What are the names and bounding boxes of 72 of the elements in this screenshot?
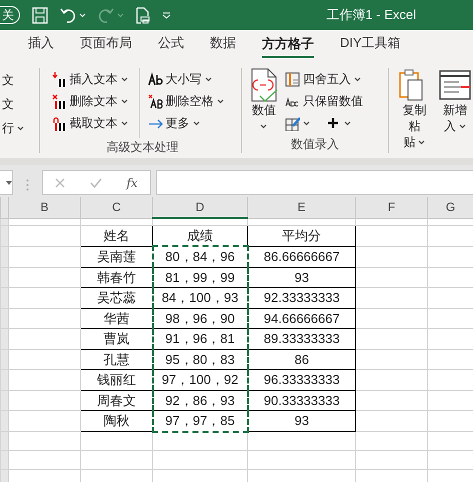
column-header[interactable]: G <box>428 197 473 218</box>
table-cell: 96.33333333 <box>248 370 356 390</box>
ribbon-button[interactable]: 截取文本 <box>50 112 130 134</box>
table-cell: 92.33333333 <box>248 288 356 308</box>
plus-icon <box>326 116 341 130</box>
table-cell: 97，97，85 <box>152 410 248 432</box>
ribbon-tab[interactable]: 数据 <box>210 30 236 58</box>
undo-icon[interactable] <box>60 7 76 23</box>
group-label: 数值录入 <box>290 136 340 153</box>
group-label: 高级文本处理 <box>105 139 180 156</box>
table-cell: 91，96，81 <box>152 328 248 349</box>
autosave-toggle[interactable]: 关 <box>0 6 20 24</box>
print-preview-icon[interactable] <box>136 6 150 24</box>
ribbon-button[interactable]: 大小写 <box>146 68 226 90</box>
column-header[interactable]: C <box>80 197 152 218</box>
insert-text-icon <box>52 72 67 86</box>
window-title: 工作簿1 - Excel <box>326 6 416 24</box>
ribbon-button[interactable]: 文 <box>0 92 39 116</box>
ribbon-button[interactable]: 只保留数值 <box>282 90 365 112</box>
ribbon-button[interactable]: 删除空格 <box>146 90 226 112</box>
delete-text-icon <box>52 94 67 108</box>
table-header-cell: 姓名 <box>80 225 152 246</box>
ribbon-button[interactable]: 删除文本 <box>50 90 130 112</box>
table-cell: 81，99，99 <box>152 267 248 288</box>
caret-icon[interactable] <box>79 12 86 18</box>
column-header[interactable]: E <box>248 197 356 218</box>
ribbon-button[interactable]: 行 <box>0 116 39 140</box>
window-list-icon <box>438 68 471 102</box>
table-cell: 93 <box>248 410 356 432</box>
column-header[interactable]: F <box>356 197 428 218</box>
table-grid-icon <box>284 72 300 86</box>
caret-icon <box>117 12 124 18</box>
column-header[interactable]: D <box>152 197 248 218</box>
column-header[interactable]: B <box>8 197 80 218</box>
ribbon-tab[interactable]: DIY工具箱 <box>340 30 401 58</box>
table-cell: 86.66666667 <box>248 246 356 267</box>
table-cell: 80，84，96 <box>152 246 248 267</box>
number-button[interactable]: 数值 <box>248 68 280 134</box>
ribbon-button[interactable]: 文 <box>0 68 39 92</box>
pencil-grid-icon <box>284 116 300 130</box>
formula-input[interactable] <box>156 170 473 195</box>
ribbon-tab[interactable]: 页面布局 <box>80 30 132 58</box>
ribbon-button[interactable]: 插入文本 <box>50 68 130 90</box>
ribbon-button[interactable]: 四舍五入 <box>282 68 365 90</box>
extract-text-icon <box>52 116 67 130</box>
ribbon-button[interactable]: 复制粘 贴 <box>394 68 434 158</box>
redo-icon <box>98 7 114 23</box>
grip-icon <box>26 179 29 191</box>
customize-dropdown-icon[interactable] <box>162 12 171 18</box>
table-cell: 84，100，93 <box>152 288 248 308</box>
insert-function-button[interactable]: fx <box>126 174 138 192</box>
table-cell: 97，100，92 <box>152 370 248 390</box>
name-box[interactable] <box>0 170 13 195</box>
table-cell: 92，86，93 <box>152 390 248 410</box>
table-cell: 93 <box>248 267 356 288</box>
delete-space-icon <box>148 94 163 108</box>
caret-icon <box>6 180 12 184</box>
table-cell: 98，96，90 <box>152 308 248 328</box>
table-cell: 94.66666667 <box>248 308 356 328</box>
table-cell: 95，80，83 <box>152 349 248 370</box>
table-cell: 86 <box>248 349 356 370</box>
table-header-cell: 平均分 <box>248 225 356 246</box>
letter-case-icon <box>148 72 163 86</box>
document-check-icon <box>250 68 278 102</box>
ribbon-tab[interactable]: 插入 <box>28 30 54 58</box>
save-icon[interactable] <box>32 6 48 24</box>
table-cell: 90.33333333 <box>248 390 356 410</box>
ribbon-button[interactable]: 更多 <box>146 112 226 134</box>
ribbon-tab[interactable]: 公式 <box>158 30 184 58</box>
table-cell: 89.33333333 <box>248 328 356 349</box>
ribbon-tab[interactable]: 方方格子 <box>262 30 314 58</box>
ribbon-button[interactable]: 新增 入 <box>436 68 473 158</box>
